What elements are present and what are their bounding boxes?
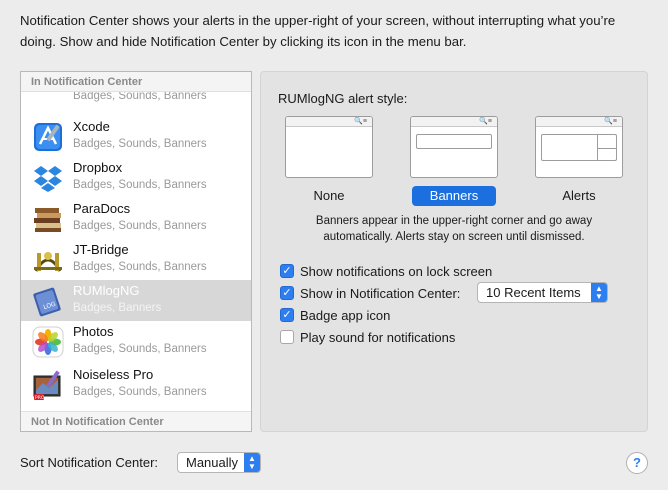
search-list-mini-icon: 🔍≡: [604, 118, 617, 125]
option-play-sound[interactable]: Play sound for notifications: [280, 328, 455, 346]
option-badge-app-icon[interactable]: ✓ Badge app icon: [280, 306, 390, 324]
option-show-in-nc[interactable]: ✓ Show in Notification Center:: [280, 284, 460, 302]
paradocs-icon: [34, 208, 61, 232]
lock-screen-checkbox[interactable]: ✓: [280, 264, 294, 278]
updown-arrows-icon: ▲ ▼: [591, 283, 607, 302]
list-item-dropbox[interactable]: Dropbox Badges, Sounds, Banners: [21, 157, 251, 198]
description-text: Banners appear in the upper-right corner…: [315, 215, 593, 243]
app-subtitle: Badges, Sounds, Banners: [73, 220, 207, 232]
list-item-xcode[interactable]: Xcode Badges, Sounds, Banners: [21, 116, 251, 157]
jt-bridge-icon: [34, 252, 62, 272]
app-name: Dropbox: [73, 160, 123, 175]
intro-text: Notification Center shows your alerts in…: [20, 13, 616, 49]
alert-style-banners[interactable]: 🔍≡ Banners: [410, 116, 498, 206]
app-name: ParaDocs: [73, 201, 131, 216]
sort-label: Sort Notification Center:: [20, 455, 159, 470]
banner-preview-box: [416, 134, 492, 149]
alert-style-none[interactable]: 🔍≡ None: [285, 116, 373, 206]
app-subtitle: Badges, Sounds, Banners: [73, 261, 207, 273]
alert-settings-panel: RUMlogNG alert style: 🔍≡ None 🔍≡ Banners…: [260, 71, 648, 432]
lock-screen-label: Show notifications on lock screen: [300, 263, 493, 279]
dropbox-icon: [34, 166, 62, 192]
xcode-icon: [34, 123, 62, 151]
alert-style-alerts[interactable]: 🔍≡ Alerts: [535, 116, 623, 206]
style-label-none[interactable]: None: [285, 186, 373, 206]
list-item-jt-bridge[interactable]: JT-Bridge Badges, Sounds, Banners: [21, 239, 251, 280]
alert-style-title: RUMlogNG alert style:: [278, 91, 408, 106]
photos-icon: [32, 326, 64, 358]
app-subtitle: Badges, Sounds, Banners: [73, 386, 207, 398]
show-in-nc-checkbox[interactable]: ✓: [280, 286, 294, 300]
sound-checkbox[interactable]: [280, 330, 294, 344]
section-header-label: In Notification Center: [31, 76, 143, 88]
svg-text:PRO: PRO: [35, 395, 45, 401]
app-list[interactable]: In Notification Center Badges, Sounds, B…: [20, 71, 252, 432]
app-name: RUMlogNG: [73, 283, 140, 298]
recent-items-select[interactable]: 10 Recent Items ▲ ▼: [477, 282, 608, 303]
noiseless-pro-icon: PRO: [33, 370, 61, 401]
app-subtitle: Badges, Sounds, Banners: [73, 179, 207, 191]
list-item-rumlogng[interactable]: LOG RUMlogNG Badges, Banners: [21, 280, 251, 321]
search-list-mini-icon: 🔍≡: [479, 118, 492, 125]
search-list-mini-icon: 🔍≡: [354, 118, 367, 125]
badge-checkbox[interactable]: ✓: [280, 308, 294, 322]
option-lock-screen[interactable]: ✓ Show notifications on lock screen: [280, 262, 492, 280]
show-in-nc-label: Show in Notification Center:: [300, 285, 461, 301]
rumlogng-icon: LOG: [33, 287, 61, 317]
alert-style-description: Banners appear in the upper-right corner…: [261, 213, 647, 245]
sort-select[interactable]: Manually ▲ ▼: [177, 452, 261, 473]
style-preview-none[interactable]: 🔍≡: [285, 116, 373, 178]
app-name: Xcode: [73, 119, 110, 134]
app-name: Photos: [73, 324, 114, 339]
updown-arrows-icon: ▲ ▼: [244, 453, 260, 472]
style-label-alerts[interactable]: Alerts: [535, 186, 623, 206]
app-name: JT-Bridge: [73, 242, 129, 257]
help-button[interactable]: ?: [626, 452, 648, 474]
app-name: Noiseless Pro: [73, 367, 154, 382]
sort-value: Manually: [186, 455, 239, 470]
recent-items-value: 10 Recent Items: [486, 285, 581, 300]
style-preview-banners[interactable]: 🔍≡: [410, 116, 498, 178]
app-subtitle: Badges, Sounds, Banners: [73, 138, 207, 150]
app-subtitle: Badges, Banners: [73, 302, 162, 314]
app-subtitle: Badges, Sounds, Banners: [73, 343, 207, 355]
list-item-noiseless-pro[interactable]: PRO Noiseless Pro Badges, Sounds, Banner…: [21, 364, 251, 405]
section-header-not-in-notification-center: Not In Notification Center: [21, 411, 251, 431]
style-label-banners[interactable]: Banners: [412, 186, 496, 206]
style-preview-alerts[interactable]: 🔍≡: [535, 116, 623, 178]
list-item-paradocs[interactable]: ParaDocs Badges, Sounds, Banners: [21, 198, 251, 239]
alert-preview-box: [541, 134, 617, 161]
badge-label: Badge app icon: [300, 307, 391, 323]
sound-label: Play sound for notifications: [300, 329, 456, 345]
list-item-photos[interactable]: Photos Badges, Sounds, Banners: [21, 321, 251, 362]
